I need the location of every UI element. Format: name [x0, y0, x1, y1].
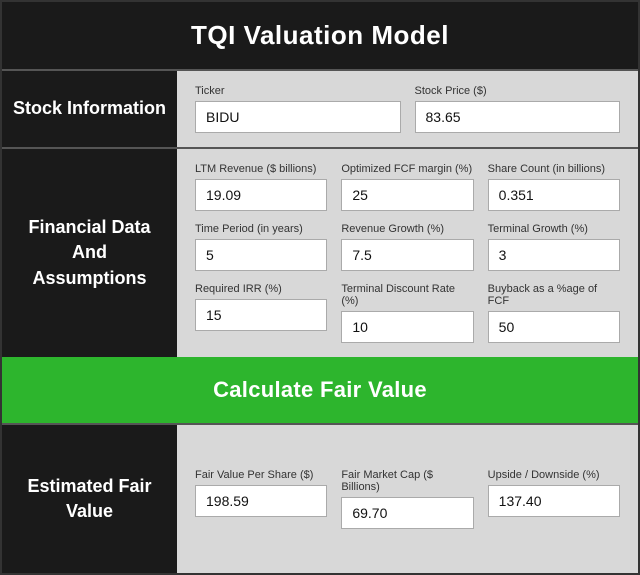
- stock-section-content: Ticker Stock Price ($): [177, 71, 638, 147]
- fair-market-cap-input[interactable]: [341, 497, 473, 529]
- results-section-label: Estimated Fair Value: [2, 425, 177, 573]
- share-count-label: Share Count (in billions): [488, 163, 620, 175]
- fair-market-cap-label: Fair Market Cap ($ Billions): [341, 469, 473, 493]
- required-irr-group: Required IRR (%): [195, 283, 327, 343]
- terminal-growth-label: Terminal Growth (%): [488, 223, 620, 235]
- fcf-margin-label: Optimized FCF margin (%): [341, 163, 473, 175]
- financial-row-2: Time Period (in years) Revenue Growth (%…: [195, 223, 620, 271]
- revenue-growth-input[interactable]: [341, 239, 473, 271]
- stock-field-row: Ticker Stock Price ($): [195, 85, 620, 133]
- results-section-content: Fair Value Per Share ($) Fair Market Cap…: [177, 425, 638, 573]
- ticker-label: Ticker: [195, 85, 401, 97]
- time-period-group: Time Period (in years): [195, 223, 327, 271]
- financial-section-label: Financial Data And Assumptions: [2, 149, 177, 357]
- buyback-label: Buyback as a %age of FCF: [488, 283, 620, 307]
- terminal-growth-input[interactable]: [488, 239, 620, 271]
- fair-value-per-share-label: Fair Value Per Share ($): [195, 469, 327, 481]
- fcf-margin-input[interactable]: [341, 179, 473, 211]
- stock-section: Stock Information Ticker Stock Price ($): [2, 69, 638, 147]
- ltm-revenue-label: LTM Revenue ($ billions): [195, 163, 327, 175]
- ltm-revenue-input[interactable]: [195, 179, 327, 211]
- ltm-revenue-group: LTM Revenue ($ billions): [195, 163, 327, 211]
- share-count-group: Share Count (in billions): [488, 163, 620, 211]
- fair-market-cap-group: Fair Market Cap ($ Billions): [341, 469, 473, 529]
- terminal-discount-label: Terminal Discount Rate (%): [341, 283, 473, 307]
- ticker-field-group: Ticker: [195, 85, 401, 133]
- app-container: TQI Valuation Model Stock Information Ti…: [0, 0, 640, 575]
- fair-value-per-share-group: Fair Value Per Share ($): [195, 469, 327, 529]
- upside-downside-input[interactable]: [488, 485, 620, 517]
- stock-price-field-group: Stock Price ($): [415, 85, 621, 133]
- time-period-label: Time Period (in years): [195, 223, 327, 235]
- financial-section: Financial Data And Assumptions LTM Reven…: [2, 147, 638, 357]
- terminal-discount-group: Terminal Discount Rate (%): [341, 283, 473, 343]
- ticker-input[interactable]: [195, 101, 401, 133]
- upside-downside-label: Upside / Downside (%): [488, 469, 620, 481]
- fair-value-per-share-input[interactable]: [195, 485, 327, 517]
- financial-row-3: Required IRR (%) Terminal Discount Rate …: [195, 283, 620, 343]
- financial-section-content: LTM Revenue ($ billions) Optimized FCF m…: [177, 149, 638, 357]
- results-section: Estimated Fair Value Fair Value Per Shar…: [2, 423, 638, 573]
- stock-price-label: Stock Price ($): [415, 85, 621, 97]
- revenue-growth-group: Revenue Growth (%): [341, 223, 473, 271]
- revenue-growth-label: Revenue Growth (%): [341, 223, 473, 235]
- upside-downside-group: Upside / Downside (%): [488, 469, 620, 529]
- required-irr-label: Required IRR (%): [195, 283, 327, 295]
- time-period-input[interactable]: [195, 239, 327, 271]
- share-count-input[interactable]: [488, 179, 620, 211]
- fcf-margin-group: Optimized FCF margin (%): [341, 163, 473, 211]
- stock-price-input[interactable]: [415, 101, 621, 133]
- terminal-growth-group: Terminal Growth (%): [488, 223, 620, 271]
- terminal-discount-input[interactable]: [341, 311, 473, 343]
- required-irr-input[interactable]: [195, 299, 327, 331]
- buyback-input[interactable]: [488, 311, 620, 343]
- app-title: TQI Valuation Model: [191, 20, 449, 50]
- results-field-row: Fair Value Per Share ($) Fair Market Cap…: [195, 469, 620, 529]
- stock-section-label: Stock Information: [2, 71, 177, 147]
- app-header: TQI Valuation Model: [2, 2, 638, 69]
- buyback-group: Buyback as a %age of FCF: [488, 283, 620, 343]
- calculate-button[interactable]: Calculate Fair Value: [2, 357, 638, 423]
- financial-row-1: LTM Revenue ($ billions) Optimized FCF m…: [195, 163, 620, 211]
